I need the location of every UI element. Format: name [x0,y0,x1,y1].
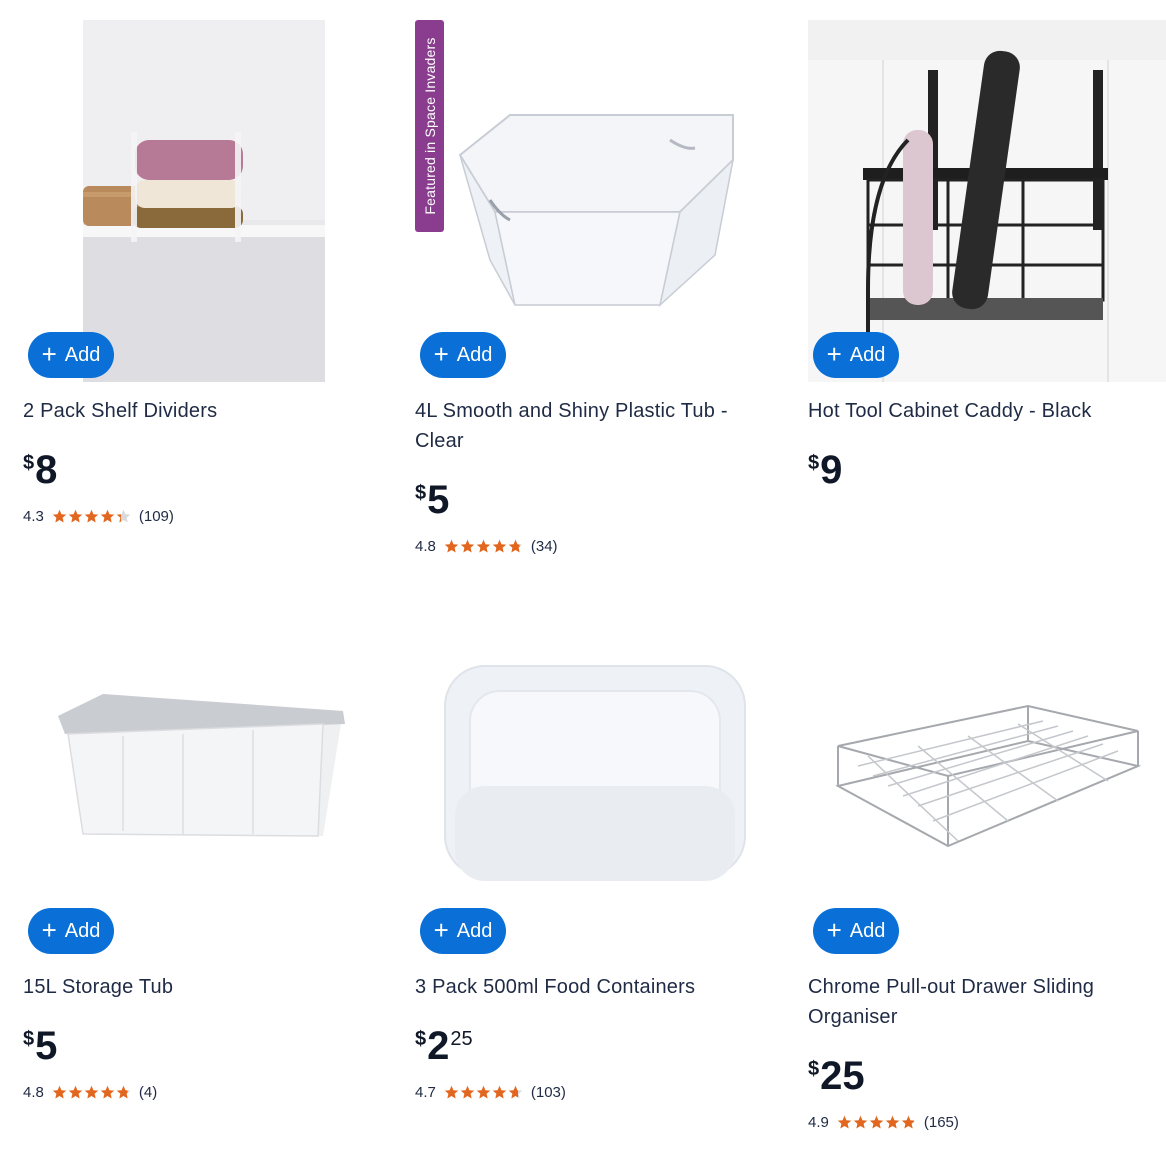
product-rating[interactable]: 4.3 (109) [23,508,174,525]
star-icon [869,1115,884,1130]
star-icon [492,1085,507,1100]
star-rating-icons [444,539,523,554]
plus-icon: + [433,915,449,945]
star-icon [52,509,67,524]
add-button[interactable]: + Add [28,908,114,954]
product-image[interactable] [415,596,775,958]
add-button[interactable]: + Add [813,908,899,954]
star-rating-icons [444,1085,523,1100]
plus-icon: + [826,915,842,945]
product-rating[interactable]: 4.8 (4) [23,1084,157,1101]
product-rating[interactable]: 4.7 (103) [415,1084,566,1101]
star-icon [476,539,491,554]
star-icon [837,1115,852,1130]
product-price: $5 [23,1024,58,1068]
star-icon [885,1115,900,1130]
product-price: $9 [808,448,843,492]
add-button[interactable]: + Add [28,332,114,378]
star-icon [116,1085,131,1100]
star-icon [460,539,475,554]
plus-icon: + [433,339,449,369]
featured-badge: Featured in Space Invaders [415,20,444,232]
product-title[interactable]: Chrome Pull-out Drawer Sliding Organiser [808,972,1158,1032]
product-title[interactable]: 3 Pack 500ml Food Containers [415,972,765,1002]
star-icon [508,1085,523,1100]
star-icon [476,1085,491,1100]
product-image[interactable] [23,20,383,382]
plus-icon: + [41,339,57,369]
star-icon [100,1085,115,1100]
star-icon [901,1115,916,1130]
star-icon [492,539,507,554]
add-button[interactable]: + Add [813,332,899,378]
star-rating-icons [837,1115,916,1130]
product-image[interactable] [23,596,383,958]
star-icon [116,509,131,524]
star-icon [52,1085,67,1100]
product-price: $8 [23,448,58,492]
star-icon [68,1085,83,1100]
product-title[interactable]: 4L Smooth and Shiny Plastic Tub - Clear [415,396,765,456]
product-rating[interactable]: 4.9 (165) [808,1114,959,1131]
star-icon [853,1115,868,1130]
product-price: $5 [415,478,450,522]
star-rating-icons [52,1085,131,1100]
product-title[interactable]: 2 Pack Shelf Dividers [23,396,373,426]
product-image[interactable] [808,596,1166,958]
star-icon [68,509,83,524]
plus-icon: + [826,339,842,369]
product-image[interactable] [415,20,775,382]
product-rating[interactable]: 4.8 (34) [415,538,558,555]
plus-icon: + [41,915,57,945]
product-image[interactable] [808,20,1166,382]
add-button[interactable]: + Add [420,908,506,954]
star-icon [84,1085,99,1100]
star-icon [444,1085,459,1100]
product-title[interactable]: Hot Tool Cabinet Caddy - Black [808,396,1158,426]
product-price: $2 25 [415,1024,473,1068]
star-icon [84,509,99,524]
product-price: $25 [808,1054,865,1098]
star-icon [444,539,459,554]
add-button[interactable]: + Add [420,332,506,378]
star-icon [100,509,115,524]
star-icon [508,539,523,554]
star-rating-icons [52,509,131,524]
product-title[interactable]: 15L Storage Tub [23,972,373,1002]
star-icon [460,1085,475,1100]
